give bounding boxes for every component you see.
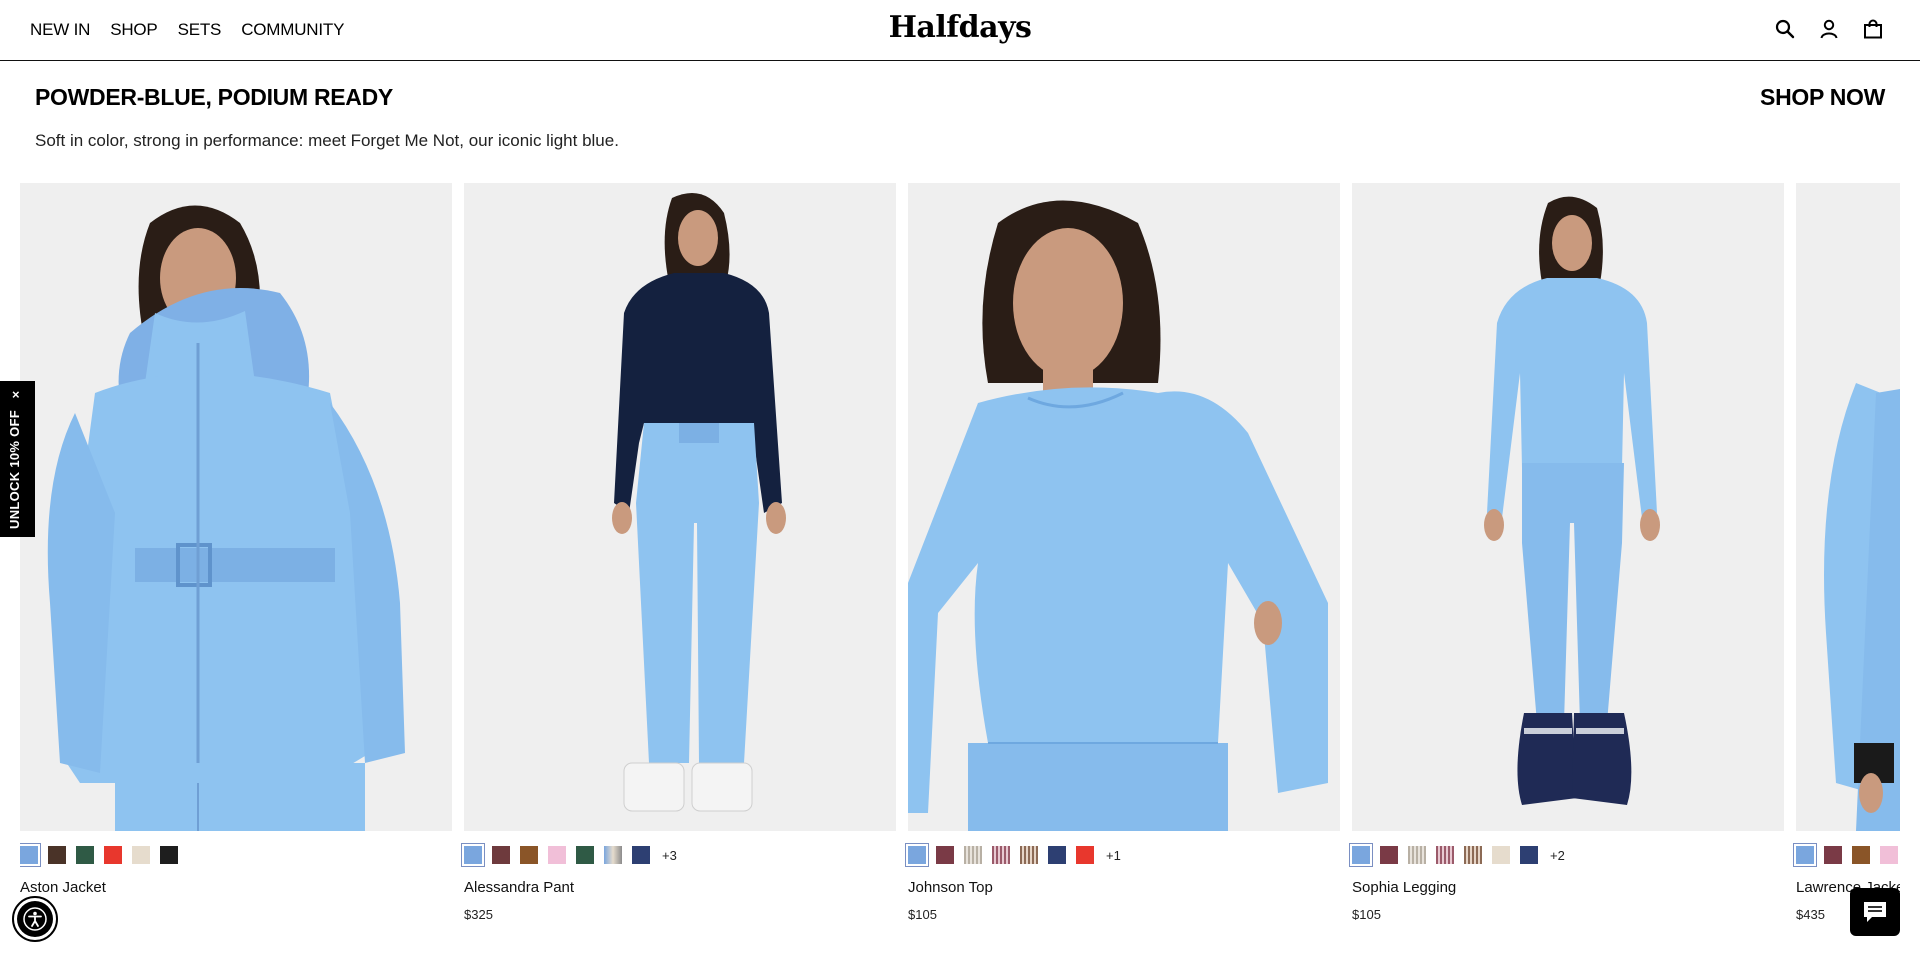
chat-button[interactable] xyxy=(1850,888,1900,936)
more-colors-count[interactable]: +1 xyxy=(1106,848,1121,863)
nav-sets[interactable]: SETS xyxy=(178,20,222,40)
product-name[interactable]: Johnson Top xyxy=(908,879,1340,896)
nav-community[interactable]: COMMUNITY xyxy=(241,20,344,40)
accessibility-icon xyxy=(17,901,53,937)
product-image[interactable] xyxy=(1352,183,1784,831)
color-swatches: +2 xyxy=(1349,843,1784,867)
swatch[interactable] xyxy=(1520,846,1538,864)
logo[interactable]: Halfdays xyxy=(889,10,1032,45)
swatch[interactable] xyxy=(492,846,510,864)
swatch[interactable] xyxy=(548,846,566,864)
swatch[interactable] xyxy=(936,846,954,864)
swatch[interactable] xyxy=(604,846,622,864)
product-card: Lawrence Jacket $435 xyxy=(1793,183,1900,922)
swatch[interactable] xyxy=(576,846,594,864)
swatch[interactable] xyxy=(48,846,66,864)
account-icon[interactable] xyxy=(1818,18,1840,40)
color-swatches xyxy=(20,843,452,867)
product-card: +2 Sophia Legging $105 xyxy=(1349,183,1784,922)
color-swatches xyxy=(1793,843,1900,867)
swatch[interactable] xyxy=(1880,846,1898,864)
shop-now-link[interactable]: SHOP NOW xyxy=(1760,84,1885,111)
section-title: POWDER-BLUE, PODIUM READY xyxy=(35,84,393,110)
search-icon[interactable] xyxy=(1774,18,1796,40)
accessibility-button[interactable] xyxy=(12,896,58,942)
swatch[interactable] xyxy=(1492,846,1510,864)
swatch[interactable] xyxy=(992,846,1010,864)
swatch[interactable] xyxy=(1380,846,1398,864)
chat-icon xyxy=(1864,902,1886,922)
swatch[interactable] xyxy=(76,846,94,864)
swatch[interactable] xyxy=(1020,846,1038,864)
swatch[interactable] xyxy=(104,846,122,864)
swatch[interactable] xyxy=(132,846,150,864)
swatch[interactable] xyxy=(461,843,485,867)
product-name[interactable]: Sophia Legging xyxy=(1352,879,1784,896)
swatch[interactable] xyxy=(632,846,650,864)
bag-icon[interactable] xyxy=(1862,18,1884,40)
promo-label: UNLOCK 10% OFF xyxy=(7,409,22,529)
more-colors-count[interactable]: +2 xyxy=(1550,848,1565,863)
swatch[interactable] xyxy=(964,846,982,864)
site-header: NEW IN SHOP SETS COMMUNITY Halfdays xyxy=(0,0,1920,61)
more-colors-count[interactable]: +3 xyxy=(662,848,677,863)
nav-new-in[interactable]: NEW IN xyxy=(30,20,90,40)
swatch[interactable] xyxy=(1408,846,1426,864)
color-swatches: +1 xyxy=(905,843,1340,867)
product-price: $105 xyxy=(908,907,937,922)
product-price: $105 xyxy=(1352,907,1381,922)
product-card: +1 Johnson Top $105 xyxy=(905,183,1340,922)
swatch[interactable] xyxy=(1464,846,1482,864)
color-swatches: +3 xyxy=(461,843,896,867)
promo-close-icon[interactable]: × xyxy=(12,387,20,402)
product-price: $325 xyxy=(464,907,493,922)
swatch[interactable] xyxy=(520,846,538,864)
main-nav: NEW IN SHOP SETS COMMUNITY xyxy=(30,20,344,40)
product-name[interactable]: Alessandra Pant xyxy=(464,879,896,896)
swatch[interactable] xyxy=(1824,846,1842,864)
header-actions xyxy=(1774,18,1884,40)
swatch[interactable] xyxy=(160,846,178,864)
product-image[interactable] xyxy=(464,183,896,831)
swatch[interactable] xyxy=(1048,846,1066,864)
product-card: Aston Jacket xyxy=(20,183,452,907)
swatch[interactable] xyxy=(1852,846,1870,864)
product-name[interactable]: Aston Jacket xyxy=(20,879,452,896)
swatch[interactable] xyxy=(1076,846,1094,864)
product-carousel: Aston Jacket +3 Alessandra Pant $325 +1 … xyxy=(20,183,1900,953)
product-card: +3 Alessandra Pant $325 xyxy=(461,183,896,922)
swatch[interactable] xyxy=(1349,843,1373,867)
swatch[interactable] xyxy=(1436,846,1454,864)
swatch[interactable] xyxy=(905,843,929,867)
swatch[interactable] xyxy=(1793,843,1817,867)
promo-side-tab[interactable]: × UNLOCK 10% OFF xyxy=(0,381,35,537)
section-subtitle: Soft in color, strong in performance: me… xyxy=(35,131,619,150)
product-image[interactable] xyxy=(1796,183,1900,831)
product-image[interactable] xyxy=(908,183,1340,831)
nav-shop[interactable]: SHOP xyxy=(110,20,158,40)
swatch[interactable] xyxy=(20,843,41,867)
product-image[interactable] xyxy=(20,183,452,831)
